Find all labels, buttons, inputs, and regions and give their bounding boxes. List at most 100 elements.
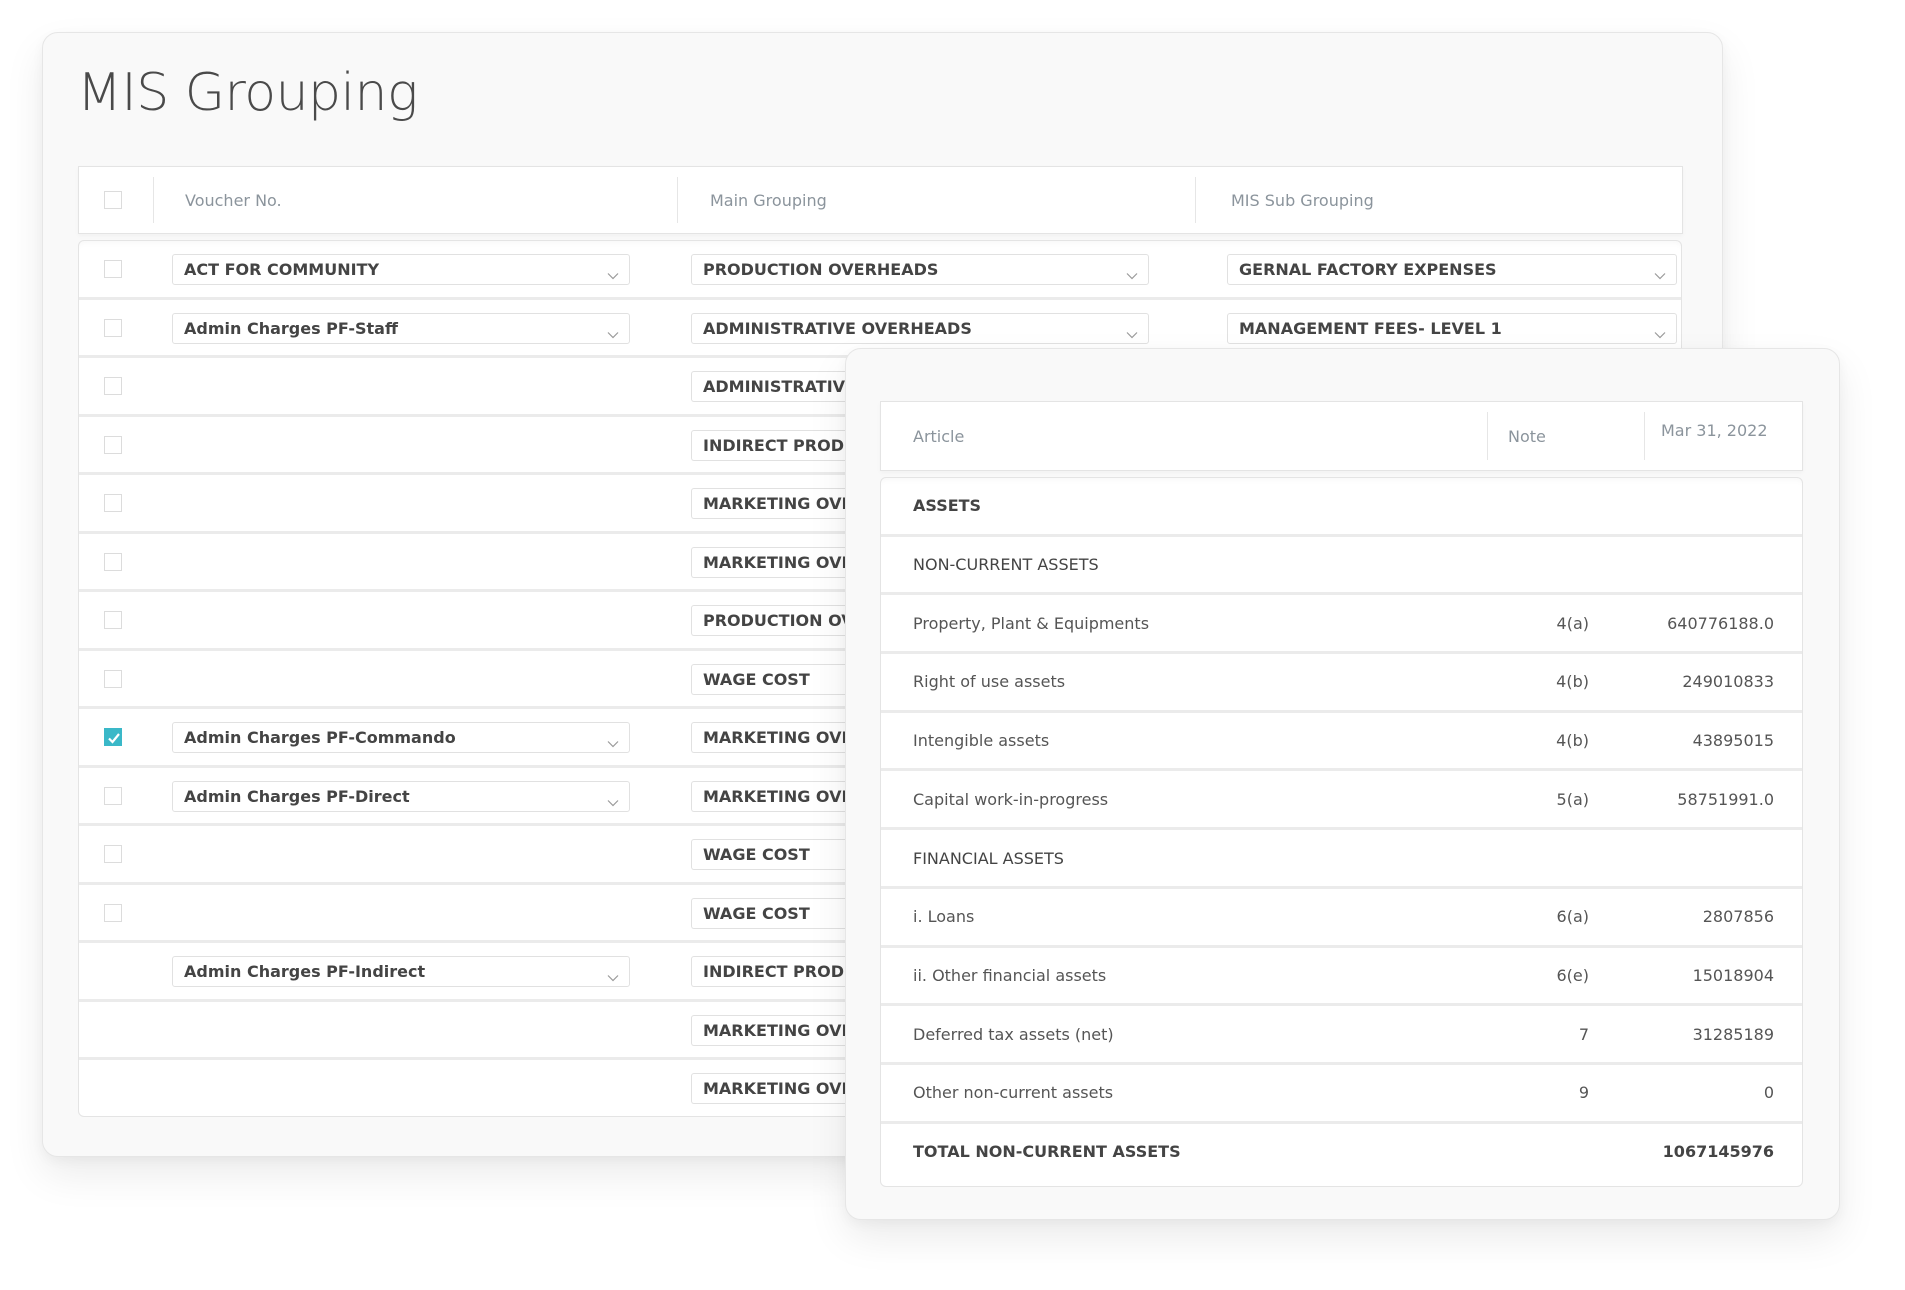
chevron-down-icon xyxy=(607,265,619,284)
balance-sheet-panel: Article Note Mar 31, 2022 ASSETS NON-CURR… xyxy=(845,348,1840,1220)
note-cell: 4(b) xyxy=(1556,731,1589,751)
total-row: TOTAL NON-CURRENT ASSETS 1067145976 xyxy=(881,1124,1802,1188)
header-divider xyxy=(153,177,154,223)
note-cell: 7 xyxy=(1578,1024,1589,1044)
balance-row: i. Loans 6(a) 2807856 xyxy=(881,889,1802,948)
chevron-down-icon xyxy=(607,324,619,343)
balance-sheet-header: Article Note Mar 31, 2022 xyxy=(880,401,1803,471)
select-all-checkbox[interactable] xyxy=(104,191,122,209)
note-cell: 4(a) xyxy=(1556,613,1589,633)
article-cell: ASSETS xyxy=(913,496,982,516)
header-article[interactable]: Article xyxy=(913,402,964,470)
article-cell: FINANCIAL ASSETS xyxy=(913,848,1064,868)
article-cell: Deferred tax assets (net) xyxy=(913,1024,1114,1044)
sub-grouping-dropdown[interactable]: GERNAL FACTORY EXPENSES xyxy=(1227,254,1677,285)
sub-grouping-dropdown[interactable]: MANAGEMENT FEES- LEVEL 1 xyxy=(1227,312,1677,344)
balance-row: Intengible assets 4(b) 43895015 xyxy=(881,713,1802,772)
balance-row: Property, Plant & Equipments 4(a) 64077618… xyxy=(881,595,1802,655)
row-checkbox[interactable] xyxy=(104,845,122,863)
row-checkbox[interactable] xyxy=(104,435,122,454)
voucher-dropdown[interactable]: Admin Charges PF-Indirect xyxy=(172,956,630,987)
row-checkbox[interactable] xyxy=(104,260,122,278)
voucher-dropdown-value: Admin Charges PF-Staff xyxy=(184,318,398,338)
header-mis-sub-grouping[interactable]: MIS Sub Grouping xyxy=(1231,167,1374,233)
chevron-down-icon xyxy=(607,967,619,986)
row-checkbox[interactable] xyxy=(104,669,122,688)
row-checkbox[interactable] xyxy=(104,903,122,922)
note-cell: 5(a) xyxy=(1556,789,1589,809)
main-grouping-dropdown-value: PRODUCTION OVERHEADS xyxy=(703,260,939,279)
note-cell: 9 xyxy=(1578,1083,1589,1103)
voucher-dropdown[interactable]: Admin Charges PF-Staff xyxy=(172,312,630,344)
header-divider xyxy=(1644,412,1645,460)
main-grouping-dropdown-value: ADMINISTRATIVE OVERHEADS xyxy=(703,318,972,338)
balance-row: ii. Other financial assets 6(e) 15018904 xyxy=(881,948,1802,1007)
section-row: FINANCIAL ASSETS xyxy=(881,830,1802,889)
row-checkbox[interactable] xyxy=(104,611,122,629)
voucher-dropdown-value: Admin Charges PF-Direct xyxy=(184,786,410,806)
section-row: ASSETS xyxy=(881,478,1802,537)
voucher-dropdown-value: ACT FOR COMMUNITY xyxy=(184,260,380,279)
balance-row: Capital work-in-progress 5(a) 58751991.0 xyxy=(881,772,1802,831)
amount-cell: 640776188.0 xyxy=(1667,613,1774,633)
article-cell: i. Loans xyxy=(913,907,975,927)
voucher-dropdown[interactable]: Admin Charges PF-Direct xyxy=(172,780,630,812)
article-cell: ii. Other financial assets xyxy=(913,965,1107,985)
note-cell: 4(b) xyxy=(1556,672,1589,692)
balance-sheet-body: ASSETS NON-CURRENT ASSETS Property, Plant … xyxy=(880,477,1803,1187)
amount-cell: 2807856 xyxy=(1702,907,1774,927)
header-note[interactable]: Note xyxy=(1508,402,1546,470)
balance-row: Deferred tax assets (net) 7 31285189 xyxy=(881,1006,1802,1065)
article-cell: NON-CURRENT ASSETS xyxy=(913,555,1099,575)
header-divider xyxy=(1487,412,1488,460)
sub-grouping-dropdown-value: MANAGEMENT FEES- LEVEL 1 xyxy=(1239,318,1502,338)
chevron-down-icon xyxy=(607,792,619,811)
chevron-down-icon xyxy=(1654,324,1666,343)
article-cell: Right of use assets xyxy=(913,672,1066,692)
chevron-down-icon xyxy=(607,733,619,752)
balance-row: Other non-current assets 9 0 xyxy=(881,1065,1802,1124)
note-cell: 6(e) xyxy=(1556,965,1589,985)
row-checkbox[interactable] xyxy=(104,728,122,746)
header-voucher-no[interactable]: Voucher No. xyxy=(185,167,282,233)
header-divider xyxy=(677,177,678,223)
row-checkbox[interactable] xyxy=(104,318,122,337)
row-checkbox[interactable] xyxy=(104,494,122,512)
amount-cell: 15018904 xyxy=(1692,965,1774,985)
row-checkbox[interactable] xyxy=(104,377,122,395)
chevron-down-icon xyxy=(1126,265,1138,284)
note-cell: 6(a) xyxy=(1556,907,1589,927)
article-cell: Intengible assets xyxy=(913,731,1050,751)
page-title: MIS Grouping xyxy=(77,63,418,123)
article-cell: TOTAL NON-CURRENT ASSETS xyxy=(913,1142,1181,1162)
row-checkbox[interactable] xyxy=(104,786,122,805)
voucher-dropdown-value: Admin Charges PF-Commando xyxy=(184,728,456,747)
article-cell: Capital work-in-progress xyxy=(913,789,1109,809)
sub-grouping-dropdown-value: GERNAL FACTORY EXPENSES xyxy=(1239,260,1497,279)
row-checkbox[interactable] xyxy=(104,552,122,571)
header-date[interactable]: Mar 31, 2022 xyxy=(1661,396,1768,464)
amount-cell: 249010833 xyxy=(1682,672,1774,692)
amount-cell: 0 xyxy=(1763,1083,1774,1103)
grouping-table-header: Voucher No. Main Grouping MIS Sub Groupi… xyxy=(78,166,1683,234)
article-cell: Other non-current assets xyxy=(913,1083,1114,1103)
voucher-dropdown[interactable]: ACT FOR COMMUNITY xyxy=(172,254,630,285)
main-grouping-dropdown[interactable]: PRODUCTION OVERHEADS xyxy=(691,254,1149,285)
amount-cell: 1067145976 xyxy=(1662,1142,1774,1162)
header-main-grouping[interactable]: Main Grouping xyxy=(710,167,827,233)
table-row: ACT FOR COMMUNITY PRODUCTION OVERHEADS GER… xyxy=(79,241,1681,300)
main-grouping-dropdown-value: WAGE COST xyxy=(703,669,810,689)
chevron-down-icon xyxy=(1126,324,1138,343)
chevron-down-icon xyxy=(1654,265,1666,284)
header-divider xyxy=(1195,177,1196,223)
main-grouping-dropdown[interactable]: ADMINISTRATIVE OVERHEADS xyxy=(691,312,1149,344)
article-cell: Property, Plant & Equipments xyxy=(913,613,1150,633)
balance-row: Right of use assets 4(b) 249010833 xyxy=(881,654,1802,713)
section-row: NON-CURRENT ASSETS xyxy=(881,537,1802,596)
voucher-dropdown-value: Admin Charges PF-Indirect xyxy=(184,962,426,981)
amount-cell: 43895015 xyxy=(1692,731,1774,751)
amount-cell: 58751991.0 xyxy=(1677,789,1774,809)
main-grouping-dropdown-value: WAGE COST xyxy=(703,845,810,864)
voucher-dropdown[interactable]: Admin Charges PF-Commando xyxy=(172,722,630,753)
amount-cell: 31285189 xyxy=(1692,1024,1774,1044)
